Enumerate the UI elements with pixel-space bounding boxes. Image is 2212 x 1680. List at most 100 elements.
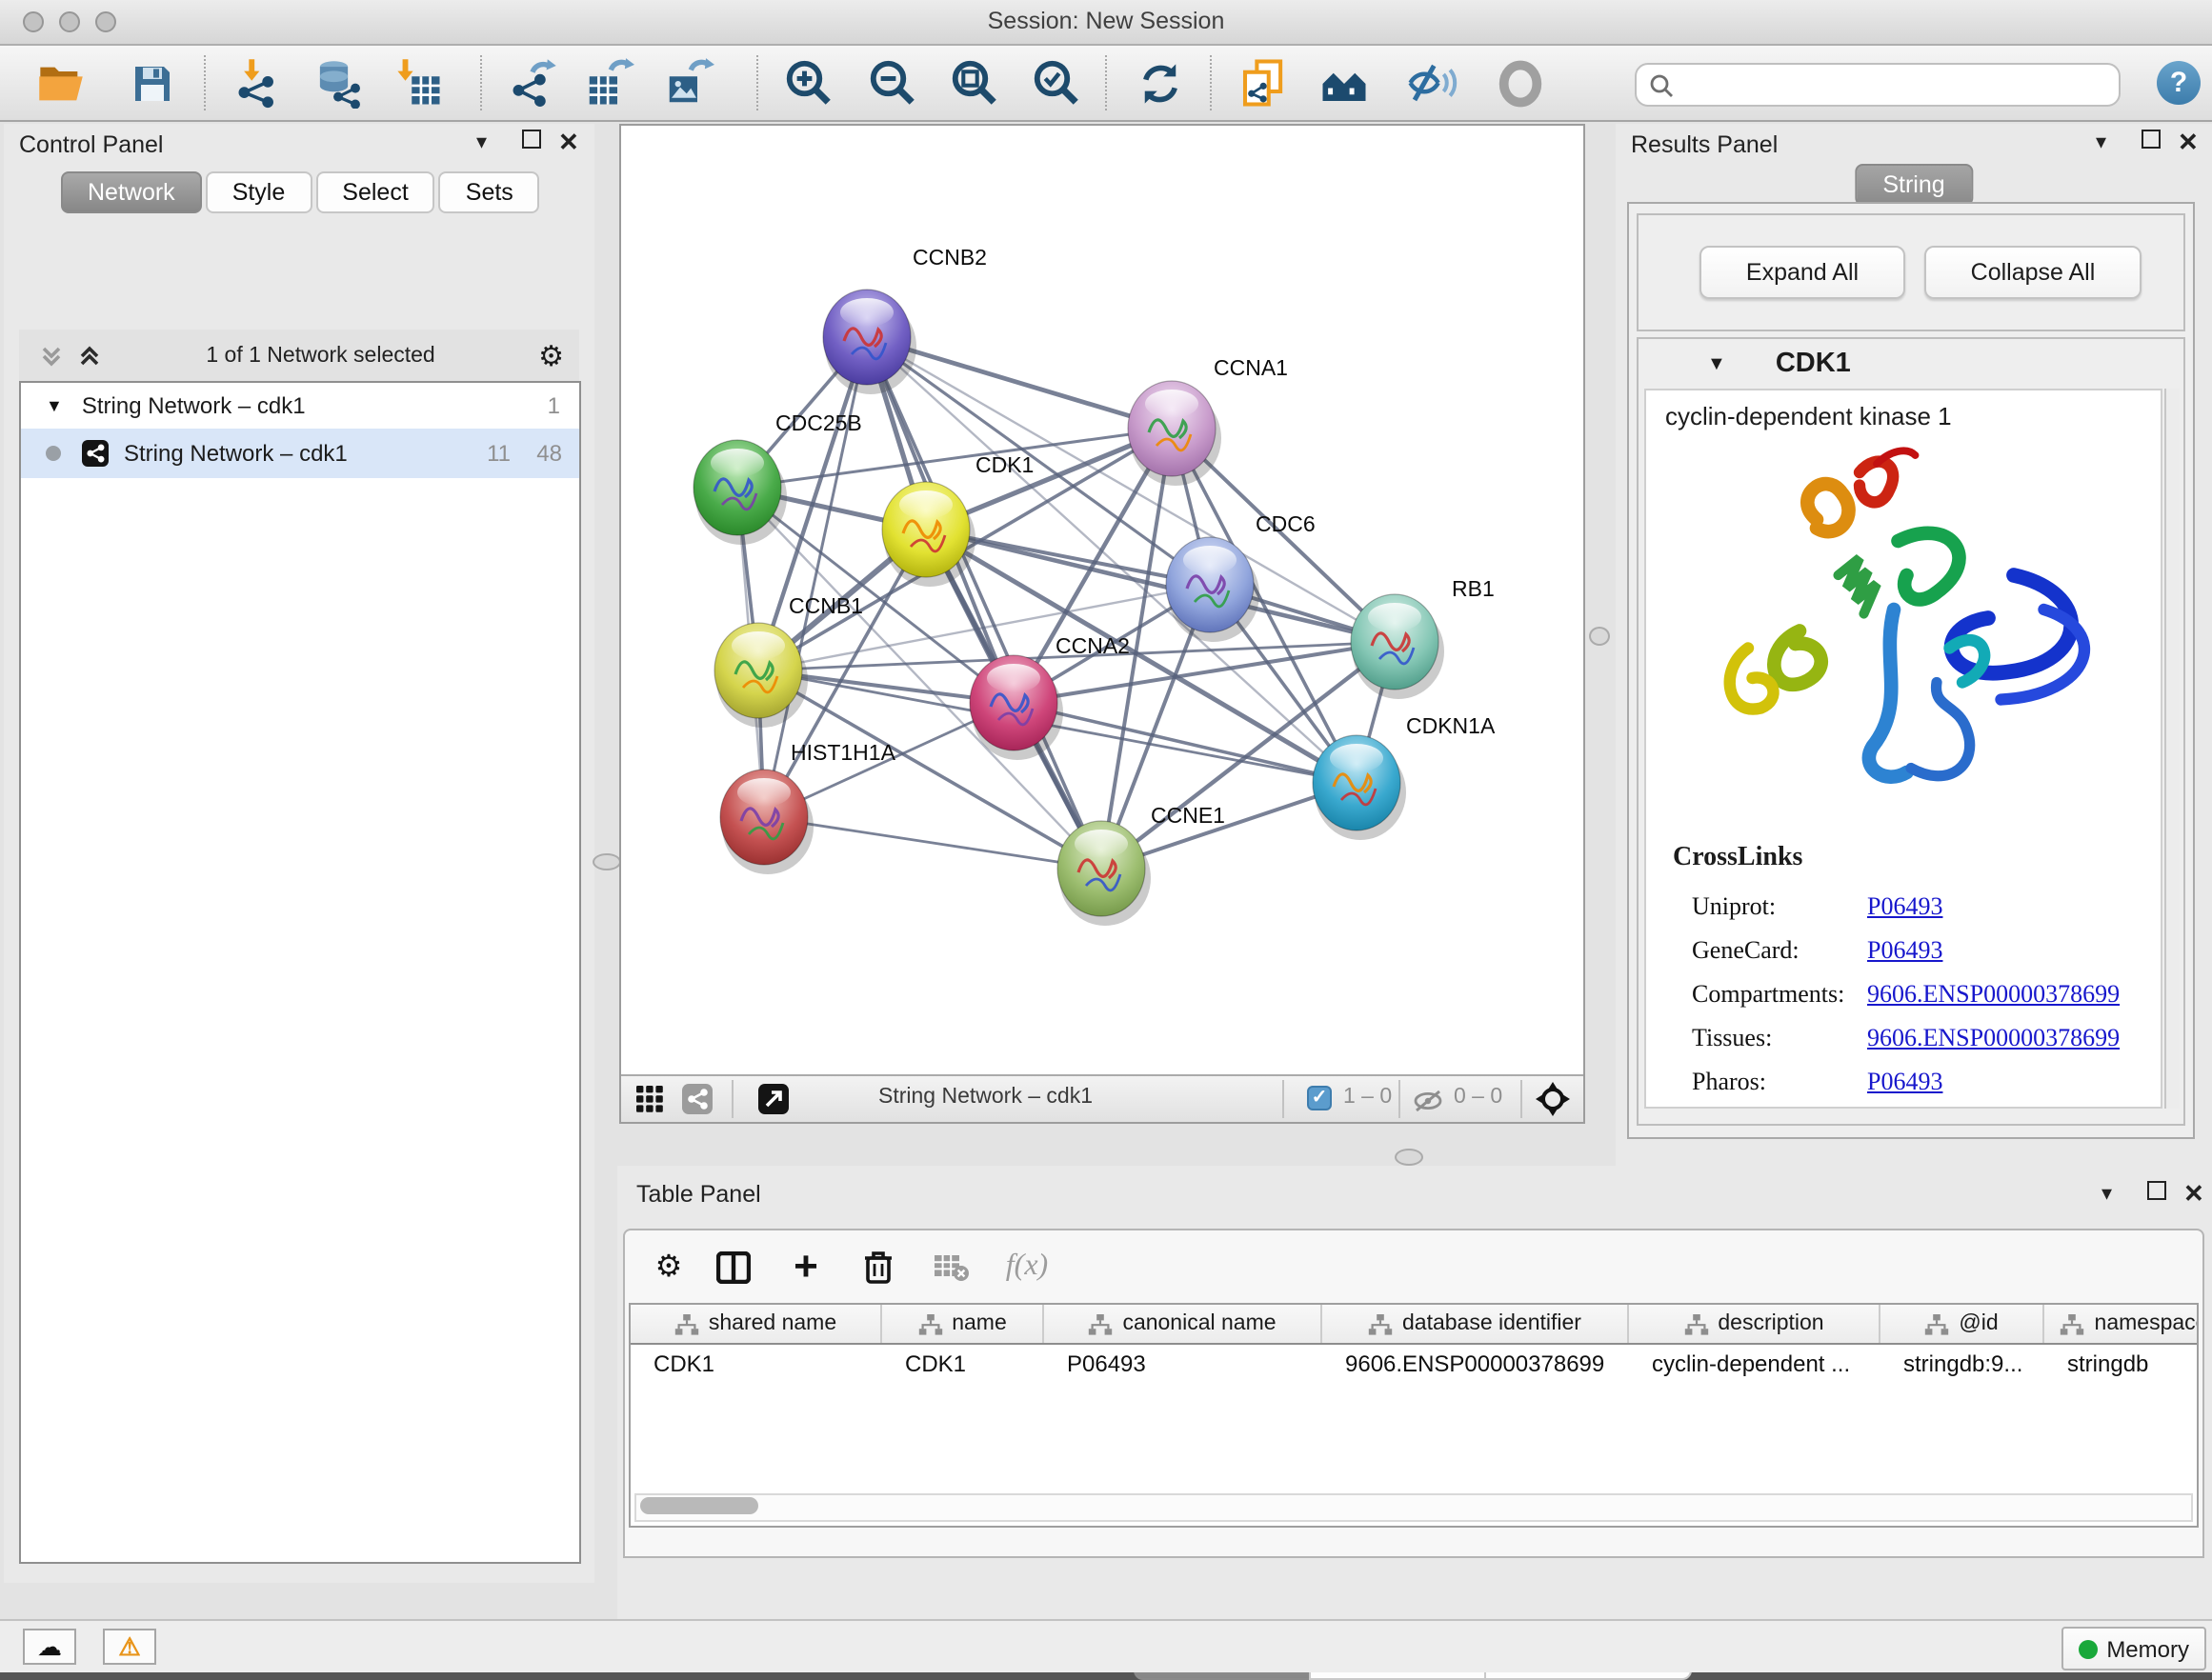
column-header--id[interactable]: @id bbox=[1880, 1305, 2044, 1343]
table-cell[interactable]: stringdb:9... bbox=[1880, 1345, 2044, 1383]
collapse-all-button[interactable]: Collapse All bbox=[1924, 246, 2142, 299]
table-cell[interactable]: stringdb bbox=[2044, 1345, 2199, 1383]
table-settings-gear-icon[interactable]: ⚙ bbox=[648, 1246, 690, 1288]
open-session-icon[interactable] bbox=[34, 57, 86, 109]
tab-sets[interactable]: Sets bbox=[439, 171, 540, 213]
column-header-database-identifier[interactable]: database identifier bbox=[1322, 1305, 1629, 1343]
add-column-icon[interactable]: + bbox=[785, 1246, 827, 1293]
clone-network-icon[interactable] bbox=[1237, 57, 1288, 109]
table-cell[interactable]: cyclin-dependent ... bbox=[1629, 1345, 1880, 1383]
crosslink-value-link[interactable]: 9606.ENSP00000378699 bbox=[1867, 1023, 2120, 1053]
table-cell[interactable]: 9606.ENSP00000378699 bbox=[1322, 1345, 1629, 1383]
crosslink-value-link[interactable]: P06493 bbox=[1867, 935, 1942, 966]
network-row-selected[interactable]: String Network – cdk1 11 48 bbox=[21, 429, 579, 478]
right-splitter-handle[interactable] bbox=[1589, 627, 1610, 646]
expand-all-button[interactable]: Expand All bbox=[1699, 246, 1905, 299]
tab-string[interactable]: String bbox=[1854, 164, 1973, 206]
tab-style[interactable]: Style bbox=[206, 171, 312, 213]
table-cell[interactable]: CDK1 bbox=[631, 1345, 882, 1383]
panel-menu-icon[interactable]: ▾ bbox=[2096, 130, 2106, 156]
zoom-selected-icon[interactable] bbox=[1031, 57, 1082, 109]
string-home-icon[interactable] bbox=[1318, 57, 1370, 109]
close-panel-icon[interactable]: ✕ bbox=[558, 130, 579, 156]
status-bar: ☁ ⚠ Memory bbox=[0, 1619, 2212, 1672]
export-network-icon[interactable] bbox=[507, 57, 558, 109]
float-panel-icon[interactable] bbox=[2142, 130, 2161, 156]
hidden-node-edge-counts: 0 – 0 bbox=[1454, 1086, 1502, 1109]
selected-checkbox-icon[interactable]: ✓ bbox=[1307, 1086, 1332, 1110]
import-table-icon[interactable] bbox=[392, 57, 444, 109]
export-table-icon[interactable] bbox=[583, 57, 634, 109]
warning-icon[interactable]: ⚠ bbox=[103, 1629, 156, 1665]
panel-menu-icon[interactable]: ▾ bbox=[476, 130, 487, 156]
network-node-label: CCNA2 bbox=[1056, 633, 1130, 658]
zoom-fit-icon[interactable] bbox=[949, 57, 1000, 109]
import-network-database-icon[interactable] bbox=[312, 57, 364, 109]
column-header-shared-name[interactable]: shared name bbox=[631, 1305, 882, 1343]
expand-collapse-box: Expand All Collapse All bbox=[1637, 213, 2185, 331]
birds-eye-view-icon[interactable] bbox=[1536, 1082, 1570, 1126]
function-builder-icon[interactable]: f(x) bbox=[995, 1246, 1059, 1288]
network-edge[interactable] bbox=[764, 817, 1101, 869]
table-cell[interactable]: CDK1 bbox=[882, 1345, 1044, 1383]
delete-table-icon[interactable] bbox=[930, 1246, 972, 1288]
panel-menu-icon[interactable]: ▾ bbox=[2101, 1181, 2112, 1208]
section-expander-icon[interactable]: ▼ bbox=[1707, 353, 1726, 374]
hide-panel-icon[interactable] bbox=[1406, 57, 1458, 109]
zoom-in-icon[interactable] bbox=[783, 57, 835, 109]
cloud-status-icon[interactable]: ☁ bbox=[23, 1629, 76, 1665]
close-panel-icon[interactable]: ✕ bbox=[2183, 1181, 2204, 1208]
table-row[interactable]: CDK1CDK1P064939606.ENSP00000378699cyclin… bbox=[631, 1345, 2197, 1383]
close-panel-icon[interactable]: ✕ bbox=[2178, 130, 2199, 156]
search-input[interactable] bbox=[1675, 73, 2119, 96]
float-panel-icon[interactable] bbox=[2147, 1181, 2166, 1208]
export-image-icon[interactable] bbox=[663, 57, 714, 109]
delete-column-trash-icon[interactable] bbox=[857, 1246, 899, 1288]
tab-network[interactable]: Network bbox=[61, 171, 202, 213]
hidden-eye-icon[interactable] bbox=[1412, 1088, 1444, 1122]
help-icon[interactable]: ? bbox=[2157, 61, 2201, 105]
main-toolbar: ? bbox=[0, 46, 2212, 122]
crosslink-value-link[interactable]: P06493 bbox=[1867, 891, 1942, 922]
zoom-out-icon[interactable] bbox=[867, 57, 918, 109]
scrollbar-thumb[interactable] bbox=[640, 1497, 758, 1514]
crosslink-row: GeneCard:P06493 bbox=[1646, 930, 2161, 973]
column-header-name[interactable]: name bbox=[882, 1305, 1044, 1343]
grid-view-icon[interactable] bbox=[636, 1086, 663, 1122]
show-columns-icon[interactable] bbox=[713, 1246, 754, 1288]
tab-select[interactable]: Select bbox=[315, 171, 435, 213]
results-scrollbar[interactable] bbox=[2164, 389, 2180, 1109]
gene-section-header[interactable]: ▼ CDK1 bbox=[1639, 339, 2183, 389]
network-tree: ▼ String Network – cdk1 1 String Network… bbox=[19, 381, 581, 1564]
network-canvas[interactable]: CCNB2CCNA1CDC25BCDK1CDC6RB1CCNB1CCNA2CDK… bbox=[621, 126, 1583, 1076]
float-panel-icon[interactable] bbox=[522, 130, 541, 156]
column-header-canonical-name[interactable]: canonical name bbox=[1044, 1305, 1322, 1343]
network-selection-header: 1 of 1 Network selected ⚙ bbox=[19, 330, 579, 381]
tree-expander-icon[interactable]: ▼ bbox=[46, 396, 63, 415]
table-horizontal-scrollbar[interactable] bbox=[634, 1493, 2193, 1522]
network-edge[interactable] bbox=[737, 429, 1172, 488]
search-box[interactable] bbox=[1635, 63, 2121, 107]
node-table[interactable]: shared namenamecanonical namedatabase id… bbox=[629, 1303, 2199, 1528]
import-network-file-icon[interactable] bbox=[232, 57, 284, 109]
save-session-icon[interactable] bbox=[126, 57, 177, 109]
open-in-window-icon[interactable] bbox=[758, 1084, 789, 1124]
expand-all-networks-icon[interactable] bbox=[76, 342, 103, 369]
gear-icon[interactable]: ⚙ bbox=[538, 338, 564, 372]
refresh-icon[interactable] bbox=[1134, 57, 1185, 109]
gene-details: cyclin-dependent kinase 1 bbox=[1644, 389, 2162, 1109]
left-splitter-handle[interactable] bbox=[593, 853, 621, 870]
network-collection-row[interactable]: ▼ String Network – cdk1 1 bbox=[21, 383, 579, 429]
memory-button[interactable]: Memory bbox=[2061, 1627, 2206, 1670]
crosslink-value-link[interactable]: P06493 bbox=[1867, 1067, 1942, 1097]
string-view-icon[interactable] bbox=[682, 1084, 713, 1124]
column-header-namespace[interactable]: namespace bbox=[2044, 1305, 2199, 1343]
table-cell[interactable]: P06493 bbox=[1044, 1345, 1322, 1383]
network-edge[interactable] bbox=[867, 337, 1101, 869]
column-header-description[interactable]: description bbox=[1629, 1305, 1880, 1343]
collapse-all-networks-icon[interactable] bbox=[38, 342, 65, 369]
show-panel-icon[interactable] bbox=[1494, 57, 1545, 109]
crosslink-value-link[interactable]: 9606.ENSP00000378699 bbox=[1867, 979, 2120, 1010]
bottom-splitter-handle[interactable] bbox=[1395, 1149, 1423, 1166]
crosslink-label: Tissues: bbox=[1692, 1023, 1772, 1053]
